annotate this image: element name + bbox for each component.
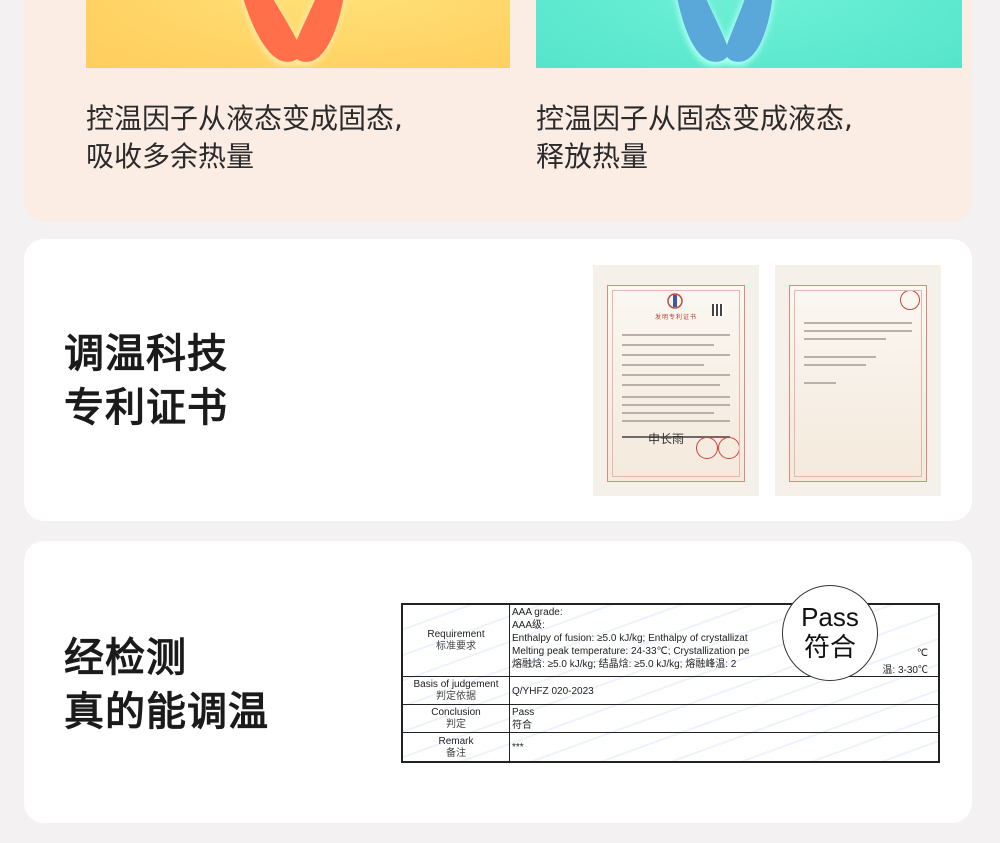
blue-feet-icon (675, 0, 775, 67)
basis-value: Q/YHFZ 020-2023 (512, 686, 594, 697)
conclusion-value: Pass 符合 (512, 706, 936, 732)
basis-label: Basis of judgement 判定依据 (403, 677, 510, 704)
certificate-heading: 发明专利证书 (654, 314, 697, 321)
cert-text-line (622, 344, 714, 346)
pass-stamp: Pass 符合 (782, 585, 878, 681)
cert-text-line (622, 396, 730, 398)
test-title: 经检测 真的能调温 (64, 631, 269, 739)
national-seal-icon (696, 437, 718, 459)
patent-title-line2: 专利证书 (64, 385, 228, 431)
page: 控温因子从液态变成固态, 吸收多余热量 控温因子从固态变成液态, 释放热量 调温… (0, 0, 1000, 843)
conclusion-label: Conclusion 判定 (403, 705, 510, 732)
remark-value: *** (512, 742, 524, 753)
pass-stamp-zh: 符合 (803, 633, 856, 663)
cert-text-line (804, 364, 866, 366)
requirement-tail: ℃ (916, 648, 928, 659)
red-seal-icon (900, 290, 920, 310)
certificate-frame: 发明专利证书 申长雨 (607, 285, 745, 482)
test-report-card: 经检测 真的能调温 Requirement 标准要求 AAA grade: AA… (24, 541, 972, 823)
conclusion-label-zh: 判定 (446, 718, 466, 730)
requirement-line: 熔融焓: ≥5.0 kJ/kg; 结晶焓: ≥5.0 kJ/kg; 熔融峰温: … (512, 659, 737, 670)
phase-change-card: 控温因子从液态变成固态, 吸收多余热量 控温因子从固态变成液态, 释放热量 (24, 0, 972, 222)
cert-text-line (622, 404, 730, 406)
warm-caption-line2: 吸收多余热量 (86, 140, 255, 173)
cool-caption-line2: 释放热量 (536, 140, 649, 173)
cert-text-line (804, 330, 912, 332)
table-row: Remark 备注 *** (403, 733, 938, 762)
patent-certificate-1: 发明专利证书 申长雨 (593, 265, 759, 496)
test-title-line1: 经检测 (64, 635, 187, 681)
certificate-frame (789, 285, 927, 482)
qr-code-icon (712, 304, 724, 316)
cert-text-line (804, 356, 876, 358)
conclusion-label-en: Conclusion (431, 706, 481, 718)
cool-phase-caption: 控温因子从固态变成液态, 释放热量 (536, 100, 853, 176)
red-seal-icon (718, 437, 740, 459)
remark-label: Remark 备注 (403, 733, 510, 762)
cert-text-line (622, 412, 714, 414)
patent-card: 调温科技 专利证书 发明专利证书 申长雨 (24, 239, 972, 521)
cert-text-line (804, 338, 886, 340)
table-row: Basis of judgement 判定依据 Q/YHFZ 020-2023 (403, 677, 938, 705)
table-row: Conclusion 判定 Pass 符合 (403, 705, 938, 733)
cool-phase-image (536, 0, 962, 68)
test-title-line2: 真的能调温 (64, 689, 269, 735)
cert-text-line (622, 420, 730, 422)
cert-text-line (622, 334, 730, 336)
patent-title-line1: 调温科技 (64, 331, 228, 377)
basis-label-en: Basis of judgement (413, 678, 499, 690)
cert-text-line (804, 322, 912, 324)
remark-label-zh: 备注 (446, 747, 466, 759)
basis-label-zh: 判定依据 (436, 690, 476, 702)
requirement-label-en: Requirement (427, 628, 485, 640)
patent-logo-icon (667, 293, 683, 309)
warm-phase-caption: 控温因子从液态变成固态, 吸收多余热量 (86, 100, 403, 176)
cert-divider (622, 436, 730, 438)
conclusion-value-zh: 符合 (512, 720, 532, 731)
requirement-label: Requirement 标准要求 (403, 605, 510, 676)
warm-caption-line1: 控温因子从液态变成固态, (86, 102, 403, 135)
requirement-label-zh: 标准要求 (436, 640, 476, 652)
pass-stamp-en: Pass (801, 602, 859, 632)
remark-label-en: Remark (438, 735, 474, 747)
cert-text-line (622, 374, 730, 376)
cert-text-line (622, 364, 704, 366)
cool-caption-line1: 控温因子从固态变成液态, (536, 102, 853, 135)
patent-certificate-2 (775, 265, 941, 496)
conclusion-value-en: Pass (512, 707, 535, 718)
cert-text-line (622, 384, 720, 386)
orange-feet-icon (241, 0, 346, 67)
certificate-signature: 申长雨 (648, 432, 685, 446)
cert-text-line (804, 382, 836, 384)
requirement-tail: 温: 3-30℃ (882, 665, 928, 676)
cert-text-line (622, 354, 730, 356)
patent-title: 调温科技 专利证书 (64, 327, 228, 435)
warm-phase-image (86, 0, 510, 68)
